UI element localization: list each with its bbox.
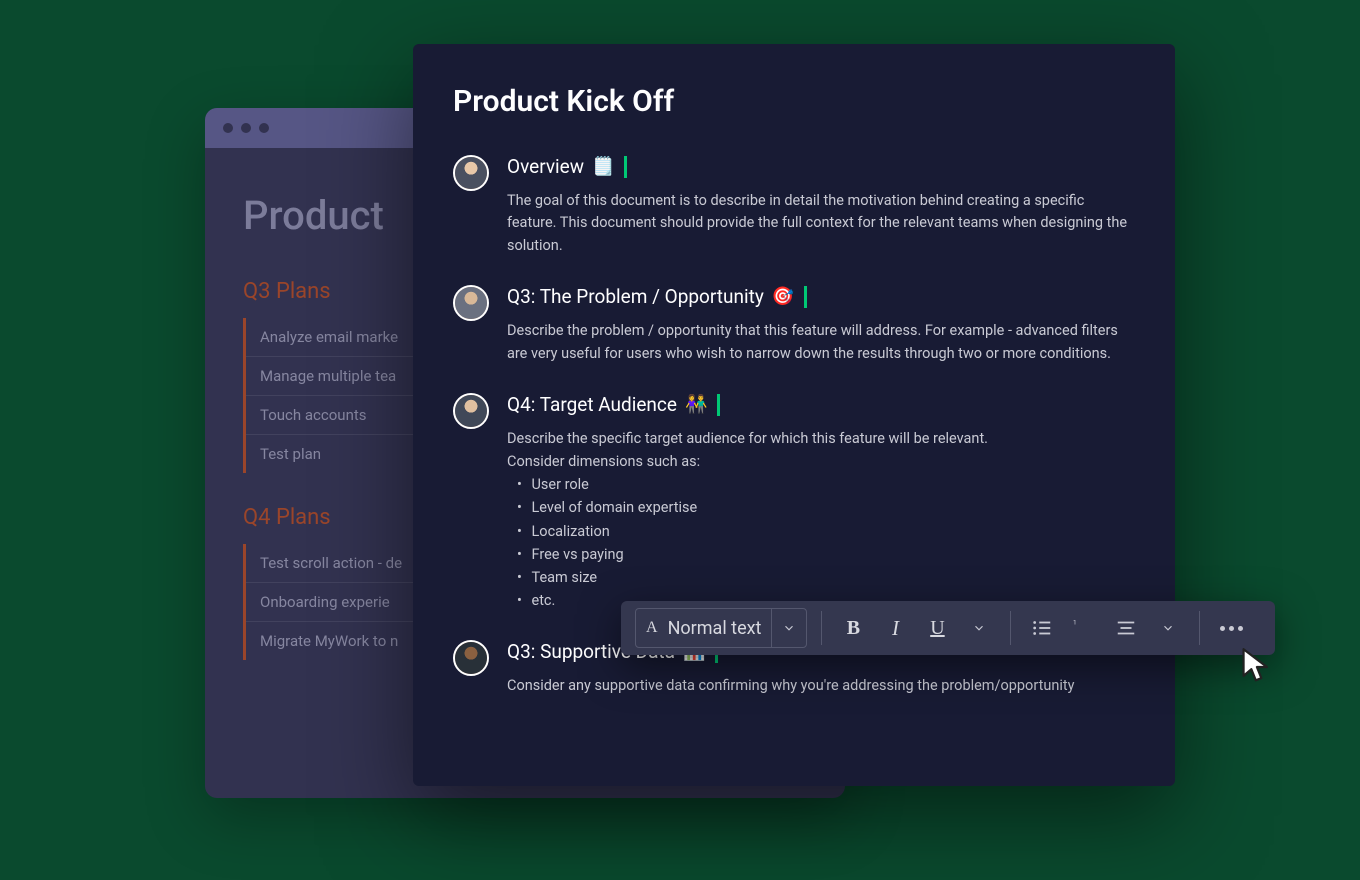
list-item: Level of domain expertise [517,496,1135,519]
window-dot-icon [241,123,251,133]
section-body-text[interactable]: Consider dimensions such as: [507,451,1135,473]
more-options-button[interactable] [1214,611,1248,645]
section-heading-text: Q3: The Problem / Opportunity [507,285,764,308]
numbered-list-button[interactable]: 1 [1067,611,1101,645]
document-window: Product Kick Off Overview 🗒️ The goal of… [413,44,1175,786]
target-emoji-icon: 🎯 [772,286,794,307]
section-heading[interactable]: Q4: Target Audience 👫 [507,393,1135,416]
layout-more-button[interactable] [1151,611,1185,645]
window-dot-icon [223,123,233,133]
section-body-text[interactable]: The goal of this document is to describe… [507,190,1135,257]
section-body-text[interactable]: Describe the specific target audience fo… [507,428,1135,450]
chevron-down-icon [972,621,986,635]
doc-section-audience: Q4: Target Audience 👫 Describe the speci… [453,393,1135,612]
author-avatar[interactable] [453,155,489,191]
window-controls[interactable] [223,123,269,133]
numbered-list-icon: 1 [1073,617,1095,639]
doc-section-problem: Q3: The Problem / Opportunity 🎯 Describe… [453,285,1135,365]
more-dots-icon [1220,626,1243,631]
people-emoji-icon: 👫 [685,394,707,415]
bold-button[interactable]: B [836,611,870,645]
author-avatar[interactable] [453,640,489,676]
svg-text:1: 1 [1073,618,1077,626]
document-title[interactable]: Product Kick Off [453,84,1135,119]
align-icon [1115,617,1137,639]
notepad-emoji-icon: 🗒️ [592,156,614,177]
toolbar-divider [1199,611,1200,645]
text-style-a-icon: A [646,619,658,637]
author-avatar[interactable] [453,393,489,429]
list-item: Team size [517,566,1135,589]
section-heading-text: Q4: Target Audience [507,393,677,416]
toolbar-divider [1010,611,1011,645]
window-dot-icon [259,123,269,133]
section-heading-text: Overview [507,155,584,178]
text-style-selector[interactable]: A Normal text [635,608,807,648]
list-item: Localization [517,520,1135,543]
text-formatting-toolbar: A Normal text B I U 1 [621,601,1275,655]
text-format-more-button[interactable] [962,611,996,645]
list-item: Free vs paying [517,543,1135,566]
align-button[interactable] [1109,611,1143,645]
text-style-label: Normal text [668,618,762,639]
text-cursor-icon [624,156,627,178]
bullet-list-button[interactable] [1025,611,1059,645]
author-avatar[interactable] [453,285,489,321]
italic-button[interactable]: I [878,611,912,645]
bullet-list-icon [1031,617,1053,639]
underline-button[interactable]: U [920,611,954,645]
text-cursor-icon [804,286,807,308]
section-heading[interactable]: Overview 🗒️ [507,155,1135,178]
list-item: User role [517,473,1135,496]
text-cursor-icon [717,394,720,416]
chevron-down-icon [1161,621,1175,635]
doc-section-overview: Overview 🗒️ The goal of this document is… [453,155,1135,257]
section-heading[interactable]: Q3: The Problem / Opportunity 🎯 [507,285,1135,308]
chevron-down-icon[interactable] [782,621,796,635]
toolbar-divider [821,611,822,645]
section-body-text[interactable]: Describe the problem / opportunity that … [507,320,1135,365]
section-body-text[interactable]: Consider any supportive data confirming … [507,675,1135,697]
section-bullet-list[interactable]: User role Level of domain expertise Loca… [507,473,1135,612]
